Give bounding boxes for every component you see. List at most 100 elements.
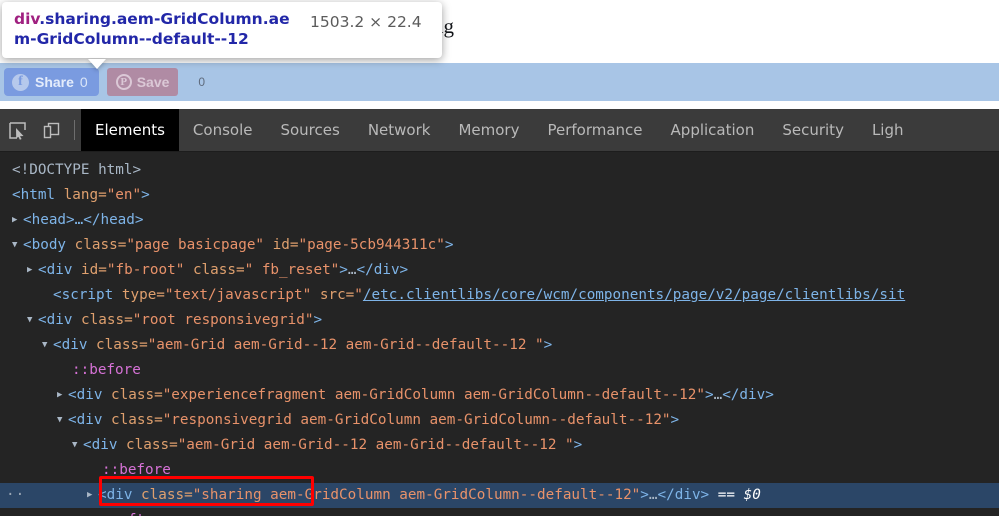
tab-application[interactable]: Application — [657, 109, 769, 151]
dom-node-fb-root[interactable]: <div id="fb-root" class=" fb_reset">…</d… — [0, 258, 999, 283]
sharing-end-tag: </div> — [658, 487, 710, 503]
expfrag-class-value: "experiencefragment aem-GridColumn aem-G… — [163, 387, 705, 403]
expand-triangle-icon[interactable] — [12, 208, 23, 233]
head-tag: <head>…</head> — [23, 212, 144, 228]
body-tag: <body — [23, 237, 66, 253]
script-src-quote: " — [354, 287, 363, 303]
html-lang-attr: lang= — [55, 187, 107, 203]
dom-node-before-1[interactable]: ::before — [0, 358, 999, 383]
element-dimensions: 1503.2 × 22.4 — [310, 13, 422, 31]
dom-node-sharing-selected[interactable]: ··<div class="sharing aem-GridColumn aem… — [0, 483, 999, 508]
root-tag-close: > — [313, 312, 322, 328]
tab-memory[interactable]: Memory — [444, 109, 533, 151]
expand-triangle-icon[interactable] — [87, 483, 98, 508]
dom-node-before-2[interactable]: ::before — [0, 458, 999, 483]
expfrag-collapsed-dots: … — [714, 387, 723, 403]
script-type-attr: type= — [113, 287, 165, 303]
tooltip-pointer-arrow — [88, 59, 106, 69]
scroll-ellipsis-marker: ·· — [6, 483, 25, 508]
facebook-share-count: 0 — [80, 74, 88, 90]
device-toolbar-icon[interactable] — [34, 109, 68, 151]
console-reference-label: == $0 — [709, 487, 761, 503]
expfrag-class-attr: class= — [102, 387, 162, 403]
devtools-toolbar: Elements Console Sources Network Memory … — [0, 109, 999, 152]
aemgrid1-class-attr: class= — [87, 337, 147, 353]
body-id-value: "page-5cb944311c" — [298, 237, 444, 253]
aemgrid2-tag: <div — [83, 437, 117, 453]
social-share-bar: f Share 0 P Save 0 — [4, 68, 205, 96]
script-tag: <script — [53, 287, 113, 303]
script-type-value: "text/javascript" — [165, 287, 311, 303]
fbroot-tag-close: > — [339, 262, 348, 278]
fbroot-end-tag: </div> — [357, 262, 409, 278]
element-inspect-tooltip: div.sharing.aem-GridColumn.aem-GridColum… — [2, 2, 442, 58]
dom-node-script[interactable]: <script type="text/javascript" src="/etc… — [0, 283, 999, 308]
toolbar-divider — [74, 120, 75, 140]
aemgrid2-tag-close: > — [574, 437, 583, 453]
inspect-element-icon[interactable] — [0, 109, 34, 151]
dom-node-aem-grid-1[interactable]: <div class="aem-Grid aem-Grid--12 aem-Gr… — [0, 333, 999, 358]
aemgrid1-tag: <div — [53, 337, 87, 353]
tab-lighthouse[interactable]: Ligh — [858, 109, 918, 151]
respgrid-tag-close: > — [671, 412, 680, 428]
html-tag-close: > — [141, 187, 150, 203]
pseudo-before-label: ::before — [102, 462, 171, 478]
pinterest-save-button[interactable]: P Save — [107, 68, 179, 96]
expand-triangle-icon[interactable] — [27, 258, 38, 283]
dom-node-experiencefragment[interactable]: <div class="experiencefragment aem-GridC… — [0, 383, 999, 408]
element-selector-text: div.sharing.aem-GridColumn.aem-GridColum… — [14, 9, 304, 50]
element-class-names: .sharing.aem-GridColumn.aem-GridColumn--… — [14, 10, 290, 48]
root-class-value: "root responsivegrid" — [133, 312, 314, 328]
facebook-icon: f — [12, 74, 29, 91]
element-tag-name: div — [14, 10, 39, 28]
doctype-text: <!DOCTYPE html> — [12, 162, 141, 178]
pseudo-after-label: ::after — [102, 512, 162, 516]
collapse-triangle-icon[interactable] — [72, 433, 83, 458]
collapse-triangle-icon[interactable] — [27, 308, 38, 333]
dom-node-body[interactable]: <body class="page basicpage" id="page-5c… — [0, 233, 999, 258]
expand-triangle-icon[interactable] — [57, 383, 68, 408]
script-src-link[interactable]: /etc.clientlibs/core/wcm/components/page… — [363, 287, 905, 303]
respgrid-tag: <div — [68, 412, 102, 428]
dom-tree[interactable]: <!DOCTYPE html> <html lang="en"> <head>…… — [0, 152, 999, 516]
sharing-tag-close: > — [640, 487, 649, 503]
collapse-triangle-icon[interactable] — [12, 233, 23, 258]
body-tag-close: > — [445, 237, 454, 253]
body-class-attr: class= — [66, 237, 126, 253]
pinterest-save-count: 0 — [198, 75, 205, 89]
html-lang-value: "en" — [107, 187, 141, 203]
expfrag-end-tag: </div> — [722, 387, 774, 403]
tab-elements[interactable]: Elements — [81, 109, 179, 151]
facebook-share-button[interactable]: f Share 0 — [4, 68, 99, 96]
dom-node-root-responsivegrid[interactable]: <div class="root responsivegrid"> — [0, 308, 999, 333]
expfrag-tag: <div — [68, 387, 102, 403]
tab-console[interactable]: Console — [179, 109, 267, 151]
aemgrid1-tag-close: > — [544, 337, 553, 353]
tab-network[interactable]: Network — [354, 109, 445, 151]
respgrid-class-value: "responsivegrid aem-GridColumn aem-GridC… — [163, 412, 671, 428]
tab-performance[interactable]: Performance — [533, 109, 656, 151]
dom-node-aem-grid-2[interactable]: <div class="aem-Grid aem-Grid--12 aem-Gr… — [0, 433, 999, 458]
dom-node-doctype[interactable]: <!DOCTYPE html> — [0, 158, 999, 183]
collapse-triangle-icon[interactable] — [42, 333, 53, 358]
sharing-class-value: "sharing aem-GridColumn aem-GridColumn--… — [193, 487, 641, 503]
fbroot-tag: <div — [38, 262, 72, 278]
body-class-value: "page basicpage" — [126, 237, 264, 253]
html-tag: <html — [12, 187, 55, 203]
dom-node-after[interactable]: ::after — [0, 508, 999, 516]
collapse-triangle-icon[interactable] — [57, 408, 68, 433]
tab-sources[interactable]: Sources — [266, 109, 353, 151]
tab-security[interactable]: Security — [768, 109, 858, 151]
fbroot-id-attr: id= — [72, 262, 106, 278]
respgrid-class-attr: class= — [102, 412, 162, 428]
dom-node-head[interactable]: <head>…</head> — [0, 208, 999, 233]
body-id-attr: id= — [264, 237, 298, 253]
fbroot-class-attr: class= — [184, 262, 244, 278]
pinterest-save-label: Save — [137, 74, 170, 90]
expfrag-tag-close: > — [705, 387, 714, 403]
dom-node-html[interactable]: <html lang="en"> — [0, 183, 999, 208]
sharing-tag: <div — [98, 487, 132, 503]
fbroot-class-value: " fb_reset" — [245, 262, 340, 278]
facebook-share-label: Share — [35, 74, 74, 90]
dom-node-responsivegrid-inner[interactable]: <div class="responsivegrid aem-GridColum… — [0, 408, 999, 433]
